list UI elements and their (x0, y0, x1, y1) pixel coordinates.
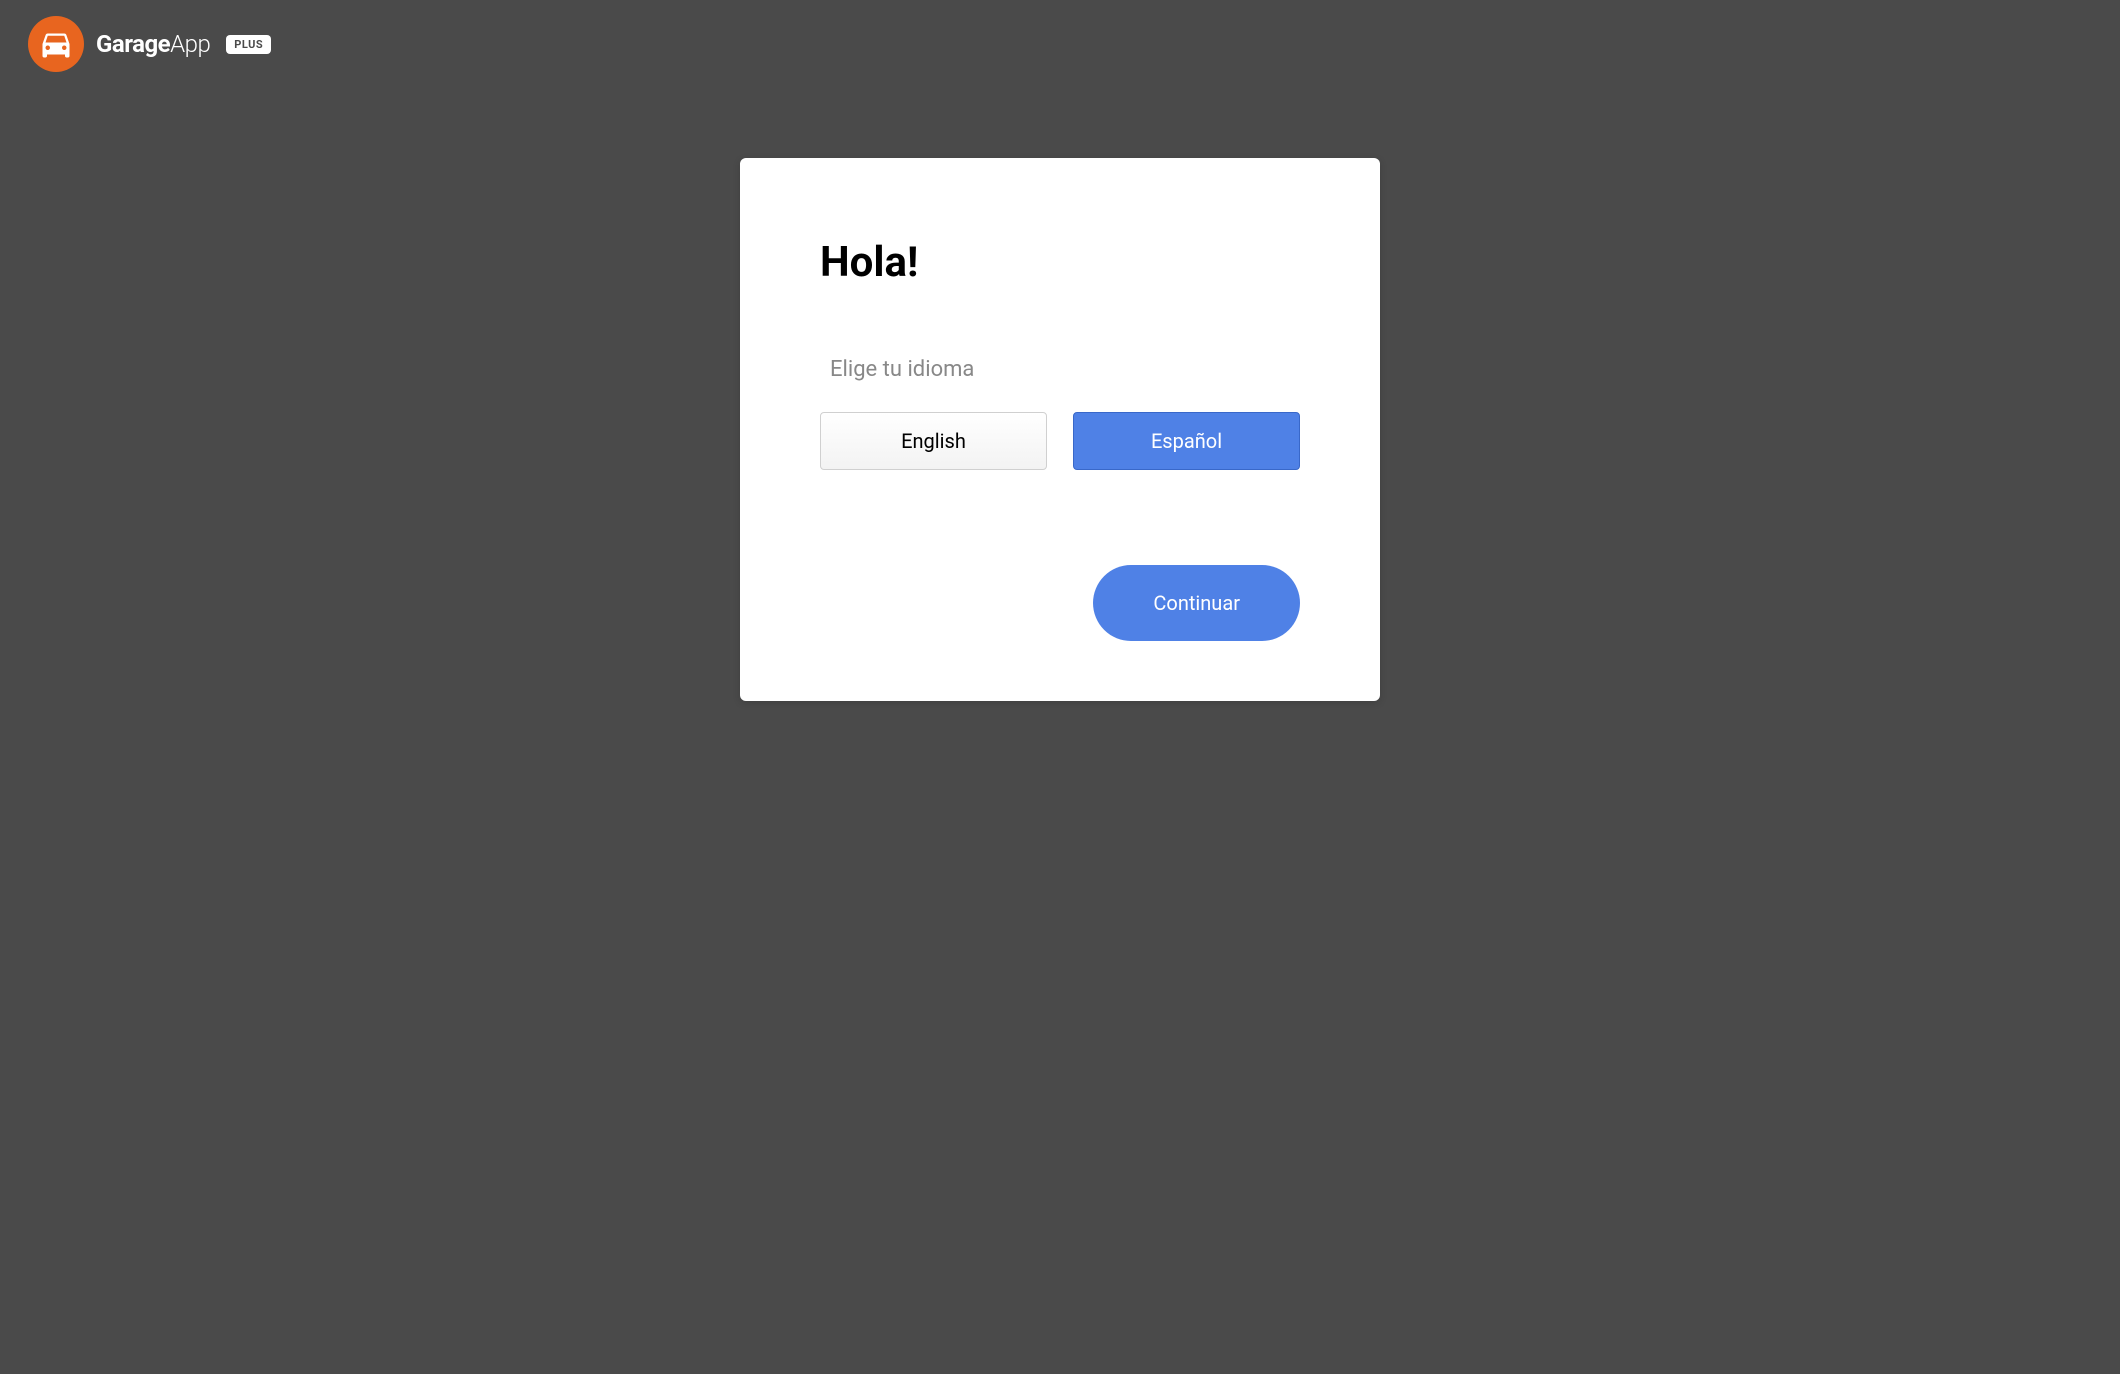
continue-button[interactable]: Continuar (1093, 565, 1300, 641)
logo-circle (28, 16, 84, 72)
choose-language-label: Elige tu idioma (820, 357, 1300, 382)
main-container: Hola! Elige tu idioma English Español Co… (0, 88, 2120, 701)
brand-bold-text: Garage (96, 30, 170, 58)
spanish-language-button[interactable]: Español (1073, 412, 1300, 470)
brand-name: GarageApp (96, 30, 210, 58)
car-icon (38, 26, 74, 62)
plus-badge: PLUS (226, 35, 271, 54)
language-selection-card: Hola! Elige tu idioma English Español Co… (740, 158, 1380, 701)
english-language-button[interactable]: English (820, 412, 1047, 470)
greeting-title: Hola! (820, 238, 1300, 287)
app-header: GarageApp PLUS (0, 0, 2120, 88)
brand-light-text: App (170, 30, 210, 58)
language-button-group: English Español (820, 412, 1300, 470)
continue-row: Continuar (820, 565, 1300, 641)
